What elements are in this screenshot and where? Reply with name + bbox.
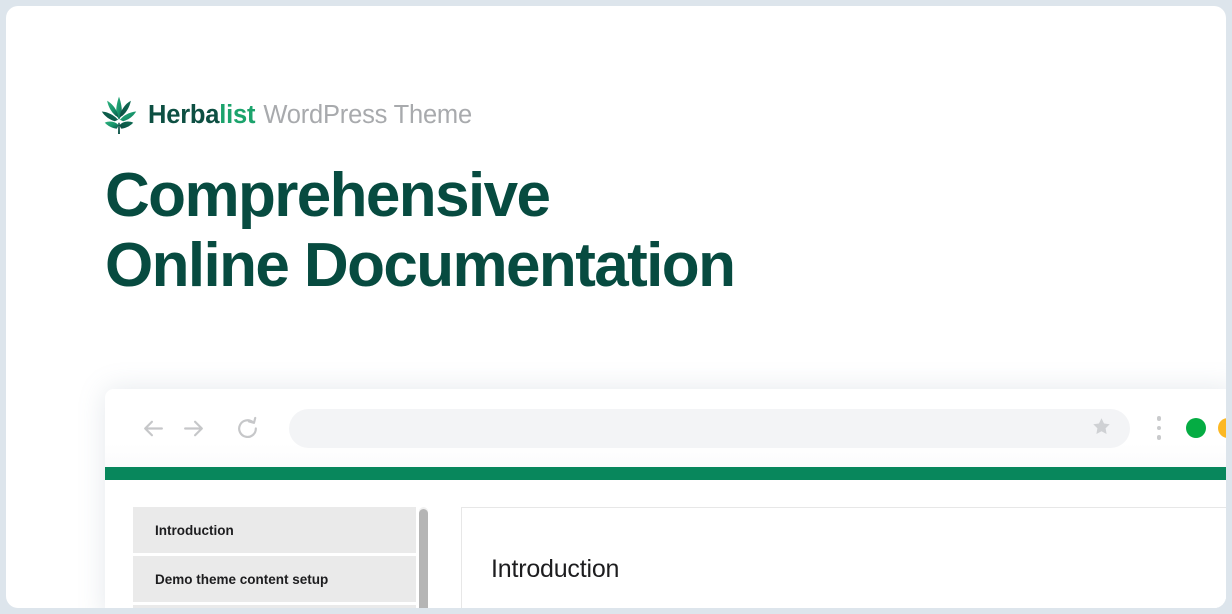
brand-suffix: WordPress Theme (263, 101, 472, 130)
reload-icon[interactable] (227, 408, 267, 448)
cannabis-leaf-icon (100, 95, 138, 135)
documentation-page: Introduction Demo theme content setup In… (105, 480, 1226, 608)
sidebar-item-demo-theme-content-setup[interactable]: Demo theme content setup (133, 556, 416, 605)
site-accent-bar (105, 467, 1226, 480)
kebab-menu-icon[interactable] (1144, 408, 1174, 448)
minimize-dot[interactable] (1218, 418, 1226, 438)
doc-sidebar: Introduction Demo theme content setup (133, 507, 428, 608)
page-card: Herbalist WordPress Theme Comprehensive O… (6, 6, 1226, 608)
doc-content-panel: Introduction (461, 507, 1226, 608)
brand-name-accent: list (219, 101, 256, 130)
browser-toolbar (105, 389, 1226, 467)
address-bar[interactable] (289, 408, 1130, 448)
sidebar-item-label: Demo theme content setup (155, 571, 329, 587)
doc-nav-list: Introduction Demo theme content setup (133, 507, 416, 608)
maximize-dot[interactable] (1186, 418, 1206, 438)
kebab-dot (1156, 425, 1162, 431)
kebab-dot (1156, 416, 1162, 421)
sidebar-item-introduction[interactable]: Introduction (133, 507, 416, 556)
arrow-right-icon[interactable] (173, 408, 213, 448)
sidebar-scrollbar[interactable] (419, 507, 428, 608)
browser-mockup: Introduction Demo theme content setup In… (105, 389, 1226, 608)
sidebar-item-partial[interactable] (133, 605, 416, 608)
star-icon[interactable] (1091, 416, 1112, 440)
brand-logo[interactable]: Herbalist WordPress Theme (100, 92, 472, 138)
arrow-left-icon[interactable] (133, 408, 173, 448)
sidebar-item-label: Introduction (155, 522, 234, 538)
kebab-dot (1156, 435, 1162, 440)
brand-text: Herbalist WordPress Theme (148, 103, 472, 129)
brand-name-primary: Herba (148, 101, 220, 130)
page-title: Comprehensive Online Documentation (105, 161, 736, 301)
sidebar-scrollbar-thumb[interactable] (419, 509, 428, 608)
doc-content-title: Introduction (491, 555, 620, 583)
window-controls (1174, 418, 1226, 438)
